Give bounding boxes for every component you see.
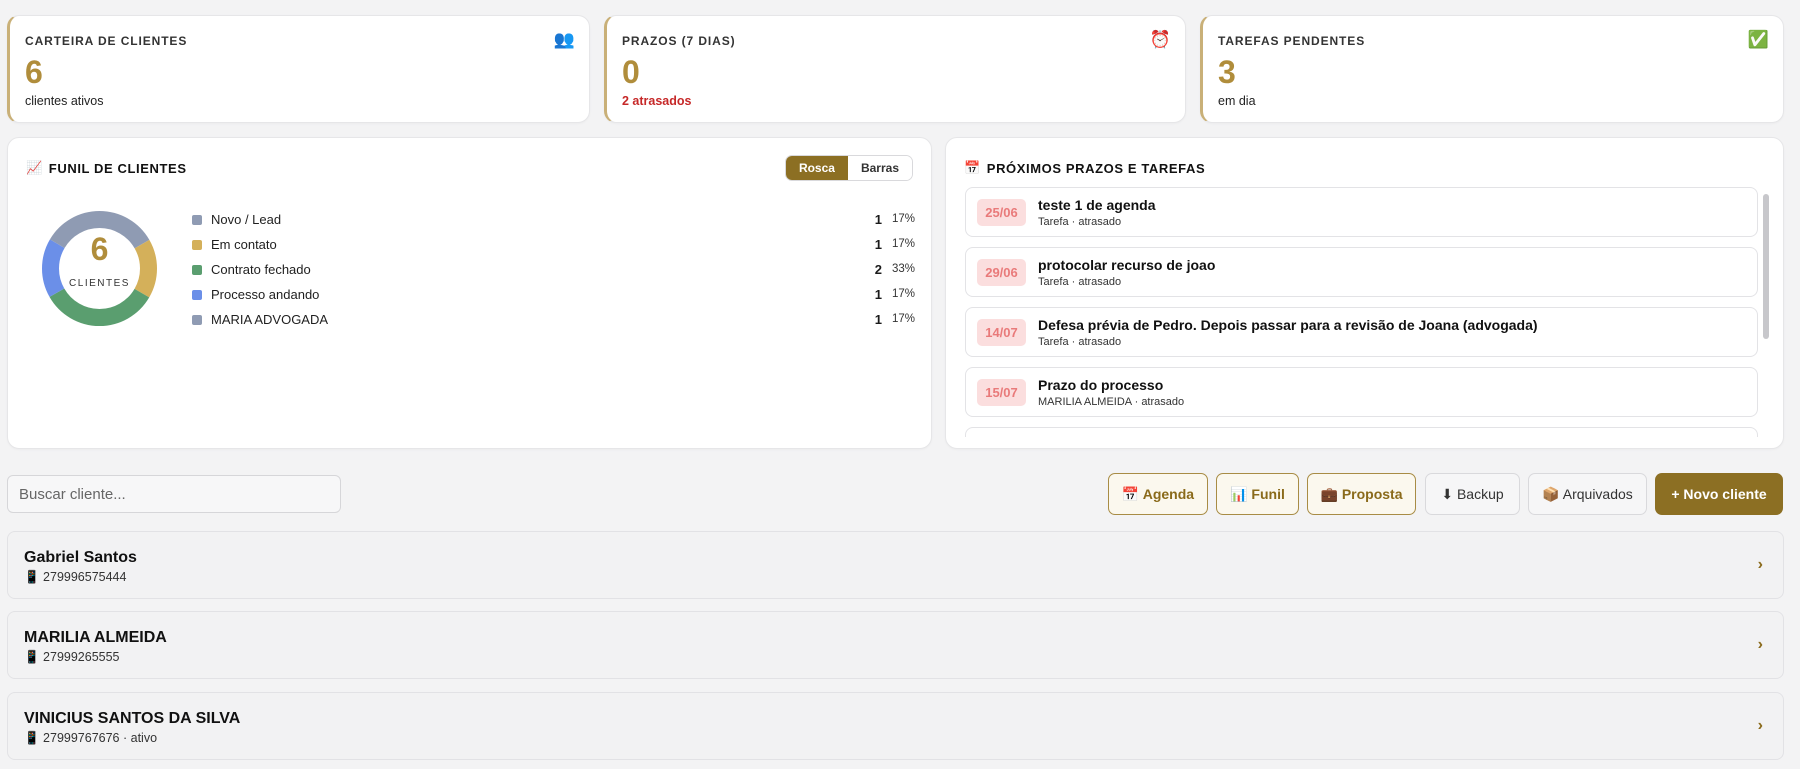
deadlines-title: 📅 PRÓXIMOS PRAZOS E TAREFAS xyxy=(964,160,1205,176)
legend-percent: 33% xyxy=(892,263,916,275)
legend-swatch xyxy=(192,315,202,325)
client-phone: 📱 279996575444 xyxy=(24,570,127,584)
legend-swatch xyxy=(192,215,202,225)
legend-label: MARIA ADVOGADA xyxy=(211,312,329,327)
legend-count: 2 xyxy=(874,262,882,277)
legend-percent: 17% xyxy=(892,213,916,225)
deadline-item[interactable] xyxy=(965,427,1758,437)
deadline-item[interactable]: 25/06 teste 1 de agenda Tarefa · atrasado xyxy=(965,187,1758,237)
archived-button[interactable]: 📦 Arquivados xyxy=(1528,473,1647,515)
calendar-icon: 📅 xyxy=(964,160,981,175)
kpi-value: 6 xyxy=(25,54,43,90)
legend-count: 1 xyxy=(874,237,882,252)
deadline-date-badge: 14/07 xyxy=(977,319,1026,346)
backup-button[interactable]: ⬇ Backup xyxy=(1425,473,1520,515)
donut-label: CLIENTES xyxy=(69,278,130,289)
deadline-item[interactable]: 14/07 Defesa prévia de Pedro. Depois pass… xyxy=(965,307,1758,357)
scrollbar[interactable] xyxy=(1763,187,1769,437)
kpi-card-clientes: CARTEIRA DE CLIENTES 👥 6 clientes ativos xyxy=(7,15,590,123)
legend-label: Processo andando xyxy=(211,287,320,302)
scrollbar-thumb[interactable] xyxy=(1763,194,1769,339)
kpi-title: CARTEIRA DE CLIENTES xyxy=(25,34,188,48)
legend-label: Em contato xyxy=(211,237,277,252)
deadline-meta: MARILIA ALMEIDA · atrasado xyxy=(1038,396,1185,408)
client-row[interactable]: Gabriel Santos 📱 279996575444 › xyxy=(7,531,1784,599)
deadline-meta: Tarefa · atrasado xyxy=(1038,276,1122,288)
deadline-item[interactable]: 15/07 Prazo do processo MARILIA ALMEIDA · … xyxy=(965,367,1758,417)
deadline-title: Prazo do processo xyxy=(1038,377,1164,393)
deadline-date-badge: 29/06 xyxy=(977,259,1026,286)
kpi-title: PRAZOS (7 DIAS) xyxy=(622,34,736,48)
legend-item: MARIA ADVOGADA 1 17% xyxy=(192,312,916,337)
alarm-clock-icon: ⏰ xyxy=(1149,30,1171,49)
funnel-panel: 📈 FUNIL DE CLIENTES Rosca Barras 6 CLIEN… xyxy=(7,137,932,449)
kpi-subtitle: em dia xyxy=(1218,94,1256,108)
toggle-bars-button[interactable]: Barras xyxy=(847,156,912,180)
deadlines-list: 25/06 teste 1 de agenda Tarefa · atrasado 2… xyxy=(965,187,1765,437)
legend-item: Novo / Lead 1 17% xyxy=(192,212,916,237)
client-name: VINICIUS SANTOS DA SILVA xyxy=(24,710,241,727)
donut-total: 6 xyxy=(90,231,109,267)
legend-swatch xyxy=(192,290,202,300)
donut-chart: 6 CLIENTES xyxy=(32,201,167,336)
funnel-title: 📈 FUNIL DE CLIENTES xyxy=(26,160,187,176)
deadline-meta: Tarefa · atrasado xyxy=(1038,336,1122,348)
deadline-meta: Tarefa · atrasado xyxy=(1038,216,1122,228)
kpi-subtitle: clientes ativos xyxy=(25,94,104,108)
legend-label: Contrato fechado xyxy=(211,262,311,277)
deadlines-panel: 📅 PRÓXIMOS PRAZOS E TAREFAS 25/06 teste 1… xyxy=(945,137,1784,449)
deadline-date-badge: 15/07 xyxy=(977,379,1026,406)
deadline-title: Defesa prévia de Pedro. Depois passar pa… xyxy=(1038,317,1538,333)
legend-count: 1 xyxy=(874,312,882,327)
legend-percent: 17% xyxy=(892,313,916,325)
deadline-title: teste 1 de agenda xyxy=(1038,197,1156,213)
legend-swatch xyxy=(192,265,202,275)
funnel-title-text: FUNIL DE CLIENTES xyxy=(48,160,187,176)
kpi-title: TAREFAS PENDENTES xyxy=(1218,34,1366,48)
legend-count: 1 xyxy=(874,287,882,302)
donut-center: 6 CLIENTES xyxy=(32,201,167,336)
proposal-button[interactable]: 💼 Proposta xyxy=(1307,473,1416,515)
legend-swatch xyxy=(192,240,202,250)
chart-icon: 📈 xyxy=(26,160,43,175)
kpi-value: 3 xyxy=(1218,54,1236,90)
client-name: Gabriel Santos xyxy=(24,549,137,566)
chevron-right-icon: › xyxy=(1757,717,1763,734)
kpi-subtitle-overdue: 2 atrasados xyxy=(622,94,692,108)
client-phone: 📱 27999767676 · ativo xyxy=(24,731,158,745)
search-input[interactable] xyxy=(7,475,341,513)
chevron-right-icon: › xyxy=(1757,636,1763,653)
deadline-date-badge: 25/06 xyxy=(977,199,1026,226)
client-row[interactable]: MARILIA ALMEIDA 📱 27999265555 › xyxy=(7,611,1784,679)
deadlines-title-text: PRÓXIMOS PRAZOS E TAREFAS xyxy=(986,160,1206,176)
funnel-legend: Novo / Lead 1 17% Em contato 1 17% Contrato fe… xyxy=(192,212,916,337)
legend-item: Em contato 1 17% xyxy=(192,237,916,262)
check-icon: ✅ xyxy=(1747,30,1769,49)
legend-label: Novo / Lead xyxy=(211,212,282,227)
kpi-card-tarefas: TAREFAS PENDENTES ✅ 3 em dia xyxy=(1200,15,1784,123)
legend-item: Contrato fechado 2 33% xyxy=(192,262,916,287)
client-phone: 📱 27999265555 xyxy=(24,650,120,664)
legend-count: 1 xyxy=(874,212,882,227)
legend-item: Processo andando 1 17% xyxy=(192,287,916,312)
funnel-button[interactable]: 📊 Funil xyxy=(1216,473,1299,515)
deadline-title: protocolar recurso de joao xyxy=(1038,257,1216,273)
kpi-value: 0 xyxy=(622,54,640,90)
legend-percent: 17% xyxy=(892,288,916,300)
chevron-right-icon: › xyxy=(1757,556,1763,573)
kpi-card-prazos: PRAZOS (7 DIAS) ⏰ 0 2 atrasados xyxy=(604,15,1186,123)
legend-percent: 17% xyxy=(892,238,916,250)
deadline-item[interactable]: 29/06 protocolar recurso de joao Tarefa · … xyxy=(965,247,1758,297)
toggle-donut-button[interactable]: Rosca xyxy=(785,156,848,180)
people-icon: 👥 xyxy=(553,30,575,49)
chart-type-toggle: Rosca Barras xyxy=(784,155,913,181)
new-client-button[interactable]: + Novo cliente xyxy=(1655,473,1783,515)
client-row[interactable]: VINICIUS SANTOS DA SILVA 📱 27999767676 ·… xyxy=(7,692,1784,760)
client-name: MARILIA ALMEIDA xyxy=(24,629,167,646)
agenda-button[interactable]: 📅 Agenda xyxy=(1108,473,1208,515)
